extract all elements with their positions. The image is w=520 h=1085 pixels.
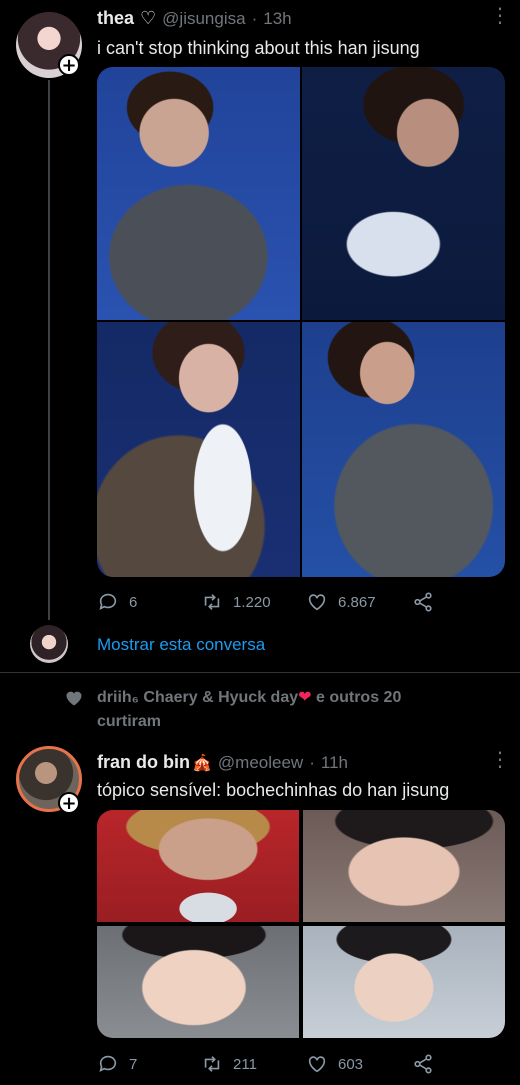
like-button[interactable]: 603 <box>306 1053 363 1075</box>
heart-icon <box>308 1056 326 1073</box>
reply-count: 7 <box>129 1055 138 1073</box>
author-handle[interactable]: @meoleew <box>218 753 303 773</box>
heart-outline-icon: ♡ <box>140 8 157 28</box>
separator: · <box>251 9 258 28</box>
separator: · <box>309 753 315 772</box>
divider <box>0 672 520 673</box>
reply-button[interactable]: 7 <box>97 1053 137 1075</box>
circus-tent-emoji: 🎪 <box>192 755 212 772</box>
others-count[interactable]: e outros 20 <box>312 689 401 706</box>
photo-4[interactable] <box>303 926 505 1038</box>
share-button[interactable] <box>412 1053 434 1075</box>
photo-2[interactable] <box>303 810 505 922</box>
thread-avatar[interactable] <box>30 625 68 663</box>
timestamp[interactable]: 13h <box>263 9 291 29</box>
liker-name-1[interactable]: driih <box>97 689 132 706</box>
tweet-text: i can't stop thinking about this han jis… <box>97 38 420 58</box>
retweet-icon <box>204 594 220 610</box>
liked-label: curtiram <box>97 713 162 730</box>
more-options-icon[interactable]: ⋮ <box>490 6 510 26</box>
media-grid[interactable] <box>97 67 505 577</box>
follow-plus-icon[interactable]: + <box>58 792 80 814</box>
thread-line <box>48 80 50 620</box>
photo-1[interactable] <box>97 810 299 922</box>
red-heart-emoji: ❤ <box>298 689 312 706</box>
retweet-count: 1.220 <box>233 593 271 611</box>
reply-count: 6 <box>129 593 138 611</box>
share-button[interactable] <box>412 591 434 613</box>
media-grid[interactable] <box>97 810 505 1038</box>
author-handle[interactable]: @jisungisa <box>162 9 245 29</box>
photo-2[interactable] <box>302 67 505 320</box>
retweet-count: 211 <box>233 1055 257 1073</box>
heart-icon <box>308 594 326 611</box>
share-icon <box>414 592 432 612</box>
more-options-icon[interactable]: ⋮ <box>490 750 510 770</box>
photo-3[interactable] <box>97 322 300 577</box>
retweet-icon <box>204 1056 220 1072</box>
photo-1[interactable] <box>97 67 300 320</box>
author-name[interactable]: thea <box>97 8 134 29</box>
retweet-button[interactable]: 211 <box>201 1053 257 1075</box>
like-count: 6.867 <box>338 593 376 611</box>
show-conversation-link[interactable]: Mostrar esta conversa <box>97 635 265 655</box>
photo-3[interactable] <box>97 926 299 1038</box>
author-name[interactable]: fran do bin <box>97 752 190 773</box>
reply-icon <box>99 593 117 610</box>
follow-plus-icon[interactable]: + <box>58 54 80 76</box>
liker-name-2[interactable]: Chaery & Hyuck day <box>139 689 298 706</box>
retweet-button[interactable]: 1.220 <box>201 591 271 613</box>
subscript-glyph: ₆ <box>131 689 139 706</box>
heart-filled-icon <box>66 691 82 706</box>
like-button[interactable]: 6.867 <box>306 591 376 613</box>
photo-4[interactable] <box>302 322 505 577</box>
share-icon <box>414 1054 432 1074</box>
like-count: 603 <box>338 1055 364 1073</box>
reply-button[interactable]: 6 <box>97 591 137 613</box>
reply-icon <box>99 1055 117 1072</box>
tweet-text: tópico sensível: bochechinhas do han jis… <box>97 780 450 800</box>
timestamp[interactable]: 11h <box>321 753 348 773</box>
